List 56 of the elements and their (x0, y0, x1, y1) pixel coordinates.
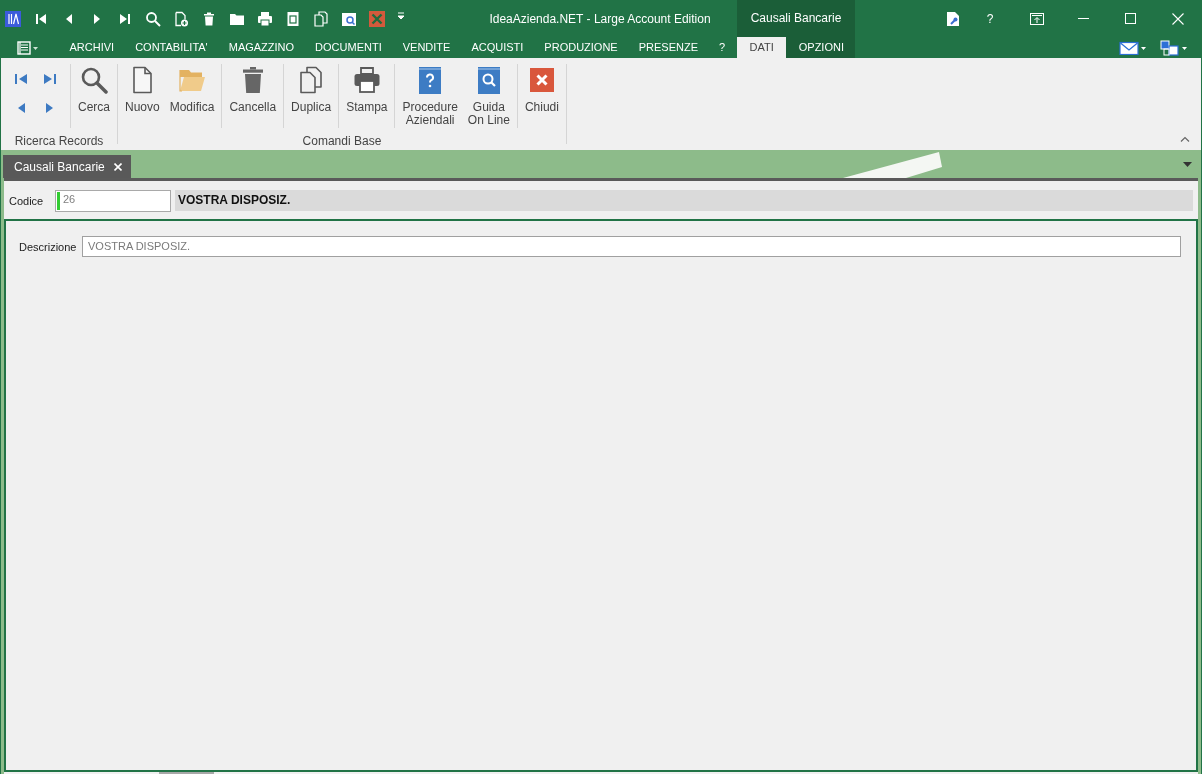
ribbon-tab[interactable]: MAGAZZINO (218, 37, 305, 58)
search-icon[interactable] (145, 10, 161, 27)
document-tab[interactable]: Causali Bancarie (3, 155, 131, 178)
edit-button[interactable]: Modifica (164, 64, 220, 128)
trash-icon[interactable] (201, 10, 217, 27)
document-icon[interactable] (285, 10, 301, 27)
ribbon-display-icon[interactable] (1029, 12, 1044, 25)
mail-menu-icon[interactable] (1119, 40, 1147, 55)
new-document-icon[interactable] (173, 10, 189, 27)
delete-button[interactable]: Cancella (224, 64, 282, 128)
ribbon-tab[interactable]: ? (708, 37, 736, 58)
ribbon-tab[interactable]: ACQUISTI (460, 37, 534, 58)
ribbon-tab[interactable]: DOCUMENTI (304, 37, 393, 58)
close-icon[interactable] (113, 162, 122, 171)
collapse-ribbon-icon[interactable] (1180, 136, 1190, 142)
copy-icon[interactable] (313, 10, 329, 27)
online-guide-button[interactable]: Guida On Line (462, 64, 515, 128)
context-group-title: Causali Bancarie (749, 10, 843, 27)
layout-menu-icon[interactable] (1160, 39, 1188, 56)
document-settings-icon[interactable] (945, 10, 961, 27)
close-icon[interactable] (1171, 12, 1184, 25)
search-icon (80, 66, 108, 94)
ribbon-tab[interactable]: VENDITE (392, 37, 461, 58)
last-record-icon[interactable] (42, 71, 58, 87)
dropdown-icon[interactable] (1183, 161, 1192, 167)
help-button[interactable]: ? (967, 11, 1013, 26)
close-button[interactable]: Chiudi (519, 64, 564, 128)
file-menu-icon[interactable] (17, 40, 39, 55)
printer-icon[interactable] (257, 10, 273, 27)
record-description: VOSTRA DISPOSIZ. (175, 190, 1193, 211)
ribbon-tab[interactable]: CONTABILITA' (124, 37, 219, 58)
code-input-field[interactable]: 26 (55, 190, 171, 212)
duplicate-button[interactable]: Duplica (286, 64, 337, 128)
ribbon-tab[interactable]: DATI (737, 37, 787, 58)
first-record-icon[interactable] (13, 71, 29, 87)
maximize-icon[interactable] (1125, 13, 1136, 24)
print-button[interactable]: Stampa (341, 64, 393, 128)
field-label: Descrizione (19, 240, 78, 253)
ribbon-tab[interactable]: OPZIONI (786, 37, 857, 58)
window-title: IdeaAzienda.NET - Large Account Edition (488, 11, 712, 26)
app-logo-icon[interactable] (5, 10, 21, 27)
group-label: Ricerca Records (13, 134, 105, 150)
tab-label: Causali Bancarie (14, 159, 105, 174)
search-button[interactable]: Cerca (73, 64, 115, 128)
ribbon-tab[interactable]: PRESENZE (628, 37, 709, 58)
printer-icon (352, 66, 381, 94)
print-preview-icon[interactable] (341, 10, 357, 27)
procedures-button[interactable]: Procedure Aziendali (397, 64, 463, 128)
code-label: Codice (9, 194, 45, 209)
ribbon-tab[interactable]: PRODUZIONE (533, 37, 629, 58)
close-square-icon (527, 66, 556, 94)
scrollbar-thumb[interactable] (159, 772, 214, 774)
new-button[interactable]: Nuovo (120, 64, 165, 128)
ribbon-tab[interactable]: ARCHIVI (59, 37, 125, 58)
group-label: Comandi Base (301, 134, 383, 150)
input-field[interactable]: VOSTRA DISPOSIZ. (82, 236, 1181, 257)
